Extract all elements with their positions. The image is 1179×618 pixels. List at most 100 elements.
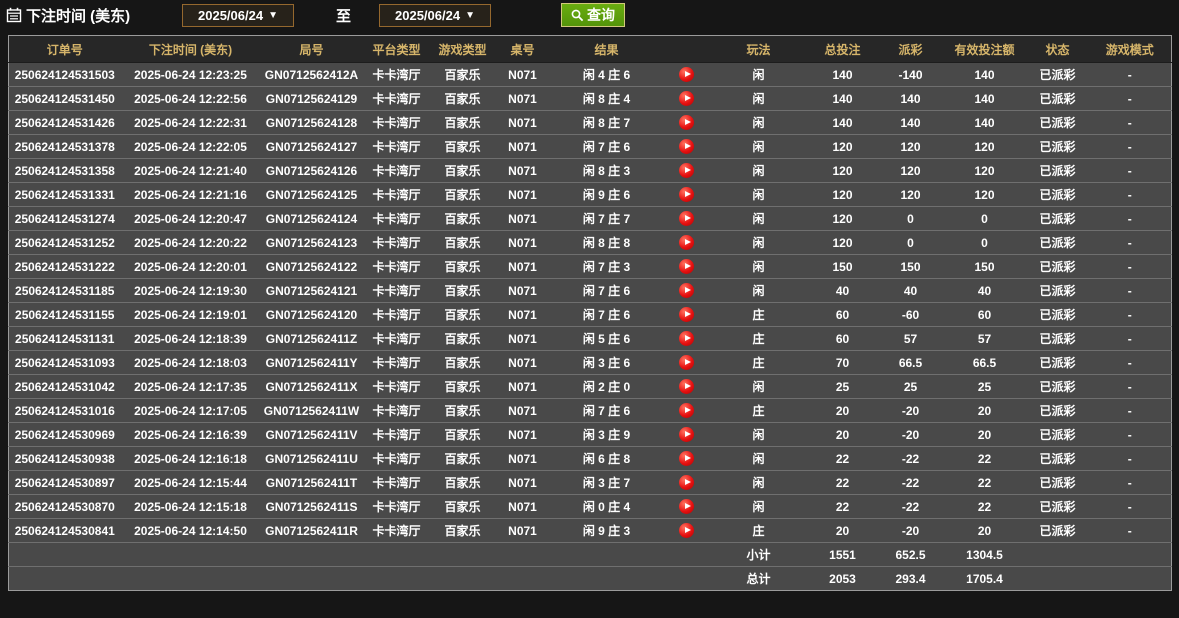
play-replay-icon[interactable] bbox=[679, 211, 694, 227]
subtotal-total-bet: 1551 bbox=[829, 547, 856, 562]
result-cell: 闲 8 庄 7 bbox=[582, 116, 631, 130]
play-replay-icon[interactable] bbox=[679, 67, 694, 83]
bet-time-cell: 2025-06-24 12:22:05 bbox=[134, 139, 247, 154]
bet-type-cell: 闲 bbox=[752, 380, 765, 394]
col-header-platform-type: 平台类型 bbox=[362, 35, 431, 63]
play-replay-icon[interactable] bbox=[679, 355, 694, 371]
subtotal-payout: 652.5 bbox=[895, 547, 926, 562]
result-cell: 闲 7 庄 3 bbox=[582, 260, 631, 274]
round-no-cell: GN07125624122 bbox=[265, 259, 358, 274]
game-type-cell: 百家乐 bbox=[444, 284, 481, 298]
bet-type-cell: 闲 bbox=[752, 140, 765, 154]
play-replay-icon[interactable] bbox=[679, 331, 694, 347]
game-type-cell: 百家乐 bbox=[444, 356, 481, 370]
game-mode-cell: - bbox=[1127, 211, 1132, 226]
col-header-bet-time: 下注时间 (美东) bbox=[120, 35, 261, 63]
table-no-cell: N071 bbox=[508, 427, 537, 442]
play-replay-icon[interactable] bbox=[679, 259, 694, 275]
result-cell: 闲 8 庄 8 bbox=[582, 236, 631, 250]
table-row: 250624124531358 2025-06-24 12:21:40 GN0712… bbox=[8, 158, 1172, 183]
date-to-select[interactable]: 2025/06/24 ▼ bbox=[379, 3, 492, 27]
valid-bet-cell: 140 bbox=[974, 115, 995, 130]
table-row: 250624124530938 2025-06-24 12:16:18 GN0712… bbox=[8, 446, 1172, 471]
replay-cell bbox=[663, 87, 711, 111]
round-no-cell: GN07125624127 bbox=[265, 139, 358, 154]
result-cell: 闲 7 庄 6 bbox=[582, 404, 631, 418]
status-cell: 已派彩 bbox=[1039, 308, 1076, 322]
payout-cell: 0 bbox=[907, 211, 914, 226]
round-no-cell: GN0712562411T bbox=[265, 475, 358, 490]
play-replay-icon[interactable] bbox=[679, 163, 694, 179]
status-cell: 已派彩 bbox=[1039, 476, 1076, 490]
bet-type-cell: 闲 bbox=[752, 236, 765, 250]
replay-cell bbox=[663, 111, 711, 135]
table-no-cell: N071 bbox=[508, 259, 537, 274]
status-cell: 已派彩 bbox=[1039, 188, 1076, 202]
play-replay-icon[interactable] bbox=[679, 307, 694, 323]
total-bet-cell: 40 bbox=[835, 283, 850, 298]
search-button[interactable]: 查询 bbox=[561, 3, 626, 27]
order-no-cell: 250624124531131 bbox=[15, 331, 115, 346]
play-replay-icon[interactable] bbox=[679, 283, 694, 299]
replay-cell bbox=[663, 255, 711, 279]
game-type-cell: 百家乐 bbox=[444, 236, 481, 250]
order-no-cell: 250624124531185 bbox=[15, 283, 115, 298]
table-no-cell: N071 bbox=[508, 355, 537, 370]
play-replay-icon[interactable] bbox=[679, 499, 694, 515]
total-bet-cell: 20 bbox=[835, 403, 850, 418]
game-type-cell: 百家乐 bbox=[444, 380, 481, 394]
bet-time-cell: 2025-06-24 12:15:44 bbox=[134, 475, 247, 490]
round-no-cell: GN07125624129 bbox=[265, 91, 358, 106]
table-row: 250624124531185 2025-06-24 12:19:30 GN0712… bbox=[8, 278, 1172, 303]
table-no-cell: N071 bbox=[508, 211, 537, 226]
replay-cell bbox=[663, 423, 711, 447]
status-cell: 已派彩 bbox=[1039, 380, 1076, 394]
status-cell: 已派彩 bbox=[1039, 164, 1076, 178]
game-mode-cell: - bbox=[1127, 163, 1132, 178]
bet-type-cell: 闲 bbox=[752, 284, 765, 298]
order-no-cell: 250624124531331 bbox=[14, 187, 115, 202]
play-replay-icon[interactable] bbox=[679, 139, 694, 155]
table-no-cell: N071 bbox=[508, 187, 537, 202]
payout-cell: 0 bbox=[907, 235, 914, 250]
replay-cell bbox=[663, 63, 711, 87]
table-no-cell: N071 bbox=[508, 379, 537, 394]
payout-cell: 66.5 bbox=[898, 355, 923, 370]
bet-type-cell: 庄 bbox=[752, 524, 765, 538]
play-replay-icon[interactable] bbox=[679, 403, 694, 419]
bet-time-cell: 2025-06-24 12:19:01 bbox=[134, 307, 247, 322]
round-no-cell: GN07125624120 bbox=[265, 307, 358, 322]
total-bet-cell: 120 bbox=[832, 163, 853, 178]
order-no-cell: 250624124531503 bbox=[14, 67, 115, 82]
bet-type-cell: 闲 bbox=[752, 260, 765, 274]
play-replay-icon[interactable] bbox=[679, 115, 694, 131]
play-replay-icon[interactable] bbox=[679, 235, 694, 251]
result-cell: 闲 0 庄 4 bbox=[582, 500, 631, 514]
date-from-select[interactable]: 2025/06/24 ▼ bbox=[182, 3, 294, 27]
game-type-cell: 百家乐 bbox=[444, 308, 481, 322]
status-cell: 已派彩 bbox=[1039, 428, 1076, 442]
play-replay-icon[interactable] bbox=[679, 379, 694, 395]
result-cell: 闲 9 庄 3 bbox=[582, 524, 631, 538]
replay-cell bbox=[663, 279, 711, 303]
game-type-cell: 百家乐 bbox=[444, 212, 481, 226]
payout-cell: 140 bbox=[900, 91, 921, 106]
order-no-cell: 250624124531222 bbox=[14, 259, 115, 274]
round-no-cell: GN0712562411Y bbox=[265, 355, 358, 370]
game-type-cell: 百家乐 bbox=[444, 452, 481, 466]
play-replay-icon[interactable] bbox=[679, 427, 694, 443]
play-replay-icon[interactable] bbox=[679, 91, 694, 107]
payout-cell: 120 bbox=[900, 163, 921, 178]
play-replay-icon[interactable] bbox=[679, 523, 694, 539]
order-no-cell: 250624124530841 bbox=[14, 523, 115, 538]
table-no-cell: N071 bbox=[508, 331, 537, 346]
total-bet-cell: 120 bbox=[832, 187, 853, 202]
play-replay-icon[interactable] bbox=[679, 475, 694, 491]
table-row: 250624124531450 2025-06-24 12:22:56 GN0712… bbox=[8, 86, 1172, 111]
col-header-order-no: 订单号 bbox=[8, 35, 121, 63]
result-cell: 闲 7 庄 6 bbox=[582, 308, 631, 322]
bet-type-cell: 闲 bbox=[752, 116, 765, 130]
play-replay-icon[interactable] bbox=[679, 187, 694, 203]
play-replay-icon[interactable] bbox=[679, 451, 694, 467]
valid-bet-cell: 20 bbox=[977, 427, 992, 442]
